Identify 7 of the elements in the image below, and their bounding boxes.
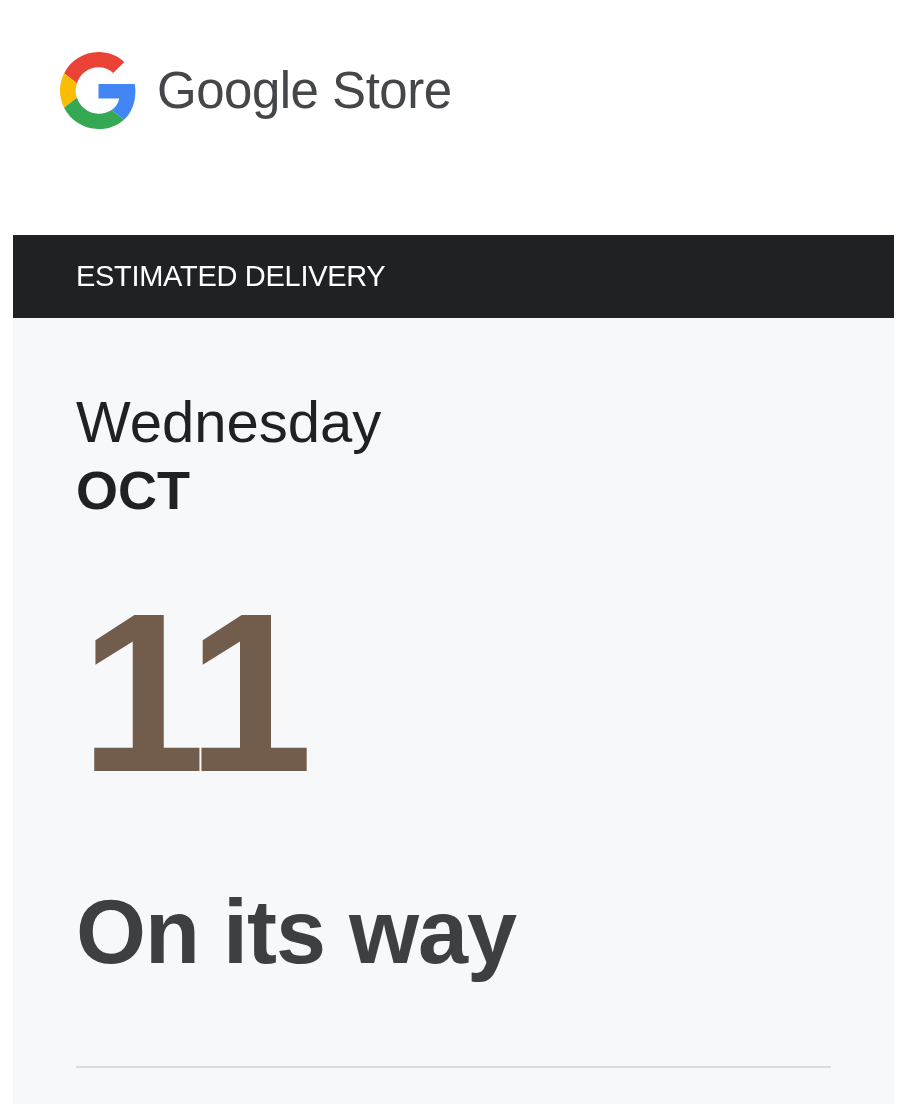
- delivery-month: OCT: [76, 460, 190, 520]
- banner-label: ESTIMATED DELIVERY: [76, 260, 386, 293]
- delivery-weekday: Wednesday: [76, 388, 382, 456]
- store-name: Google Store: [157, 61, 452, 121]
- g-logo-icon: [60, 52, 137, 129]
- delivery-day: 11: [80, 578, 307, 808]
- delivery-status: On its way: [76, 882, 517, 982]
